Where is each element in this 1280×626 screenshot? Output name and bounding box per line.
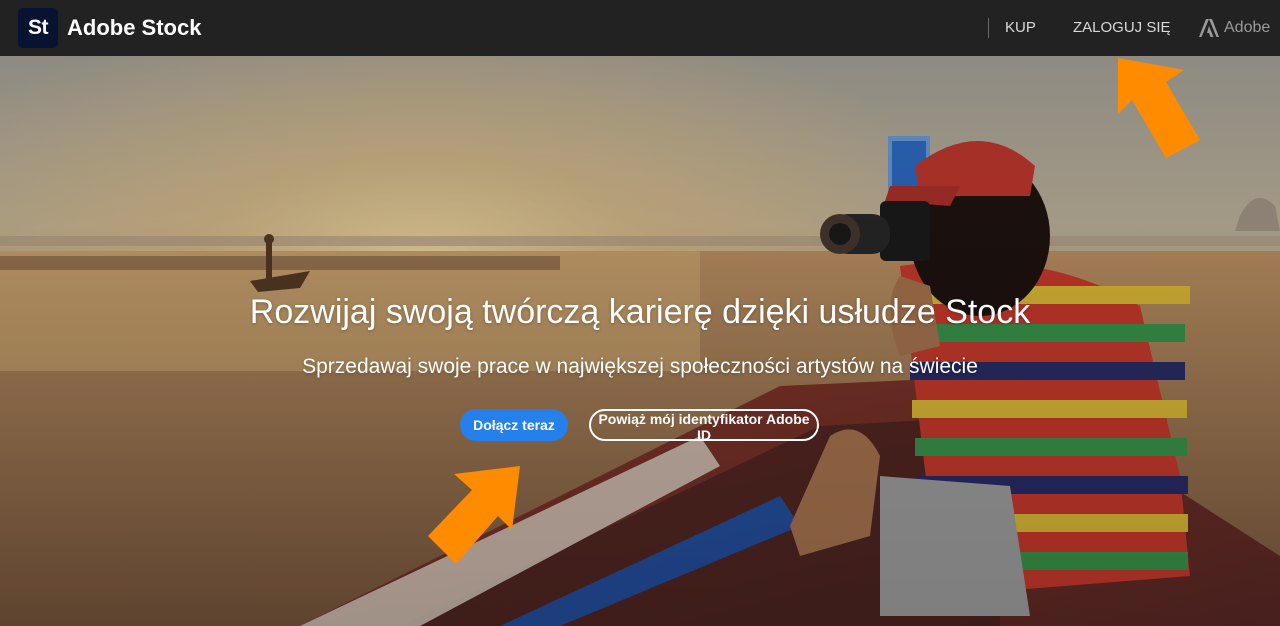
login-link[interactable]: ZALOGUJ SIĘ <box>1073 19 1171 37</box>
nav-divider <box>988 18 989 38</box>
adobe-logo-label: Adobe <box>1224 19 1271 36</box>
stock-logo-icon[interactable]: St <box>18 8 58 48</box>
hero-section: Rozwijaj swoją twórczą karierę dzięki us… <box>0 56 1280 626</box>
adobe-logo-link[interactable]: Adobe <box>1199 17 1270 39</box>
adobe-logo-icon <box>1199 19 1219 37</box>
hero-title: Rozwijaj swoją twórczą karierę dzięki us… <box>249 293 1031 331</box>
page: St Adobe Stock KUP ZALOGUJ SIĘ Adobe Roz… <box>0 0 1280 626</box>
brand-name[interactable]: Adobe Stock <box>67 14 201 42</box>
link-adobe-id-button[interactable]: Powiąż mój identyfikator Adobe ID <box>589 409 819 443</box>
arrow-annotation-icon <box>1118 58 1200 158</box>
hero-subtitle: Sprzedawaj swoje prace w największej spo… <box>302 355 978 378</box>
hero-background-image <box>0 56 1280 626</box>
arrow-annotation-icon <box>428 466 520 564</box>
buy-link[interactable]: KUP <box>1005 19 1036 37</box>
top-navigation-bar: St Adobe Stock KUP ZALOGUJ SIĘ Adobe <box>0 0 1280 56</box>
join-now-button[interactable]: Dołącz teraz <box>460 409 568 441</box>
